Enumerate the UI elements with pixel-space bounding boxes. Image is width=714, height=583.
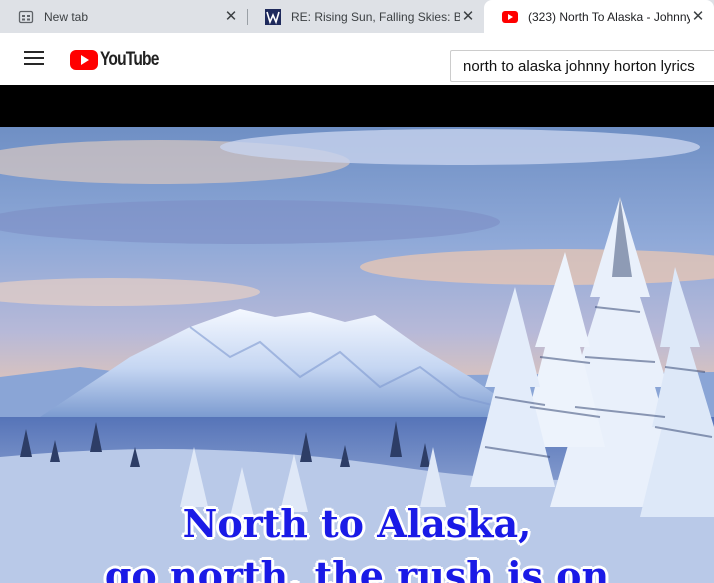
lyrics-caption-line-1: North to Alaska, <box>182 501 532 546</box>
youtube-play-icon <box>70 50 98 70</box>
video-frame-landscape: North to Alaska, go north, the rush is o… <box>0 127 714 583</box>
browser-tab-strip: New tab ✕ RE: Rising Sun, Falling Skies:… <box>0 0 714 33</box>
lyrics-caption-line-2: go north, the rush is on <box>104 553 610 583</box>
youtube-header: YouTube north to alaska johnny horton ly… <box>0 33 714 85</box>
hamburger-menu-icon[interactable] <box>24 51 44 67</box>
forum-site-icon <box>265 8 281 25</box>
close-icon[interactable]: ✕ <box>460 9 476 25</box>
tab-title: (323) North To Alaska - Johnny H <box>528 9 690 24</box>
close-icon[interactable]: ✕ <box>223 9 239 25</box>
video-player[interactable]: North to Alaska, go north, the rush is o… <box>0 85 714 583</box>
search-input[interactable]: north to alaska johnny horton lyrics <box>450 50 714 82</box>
tab-new-tab[interactable]: New tab ✕ <box>0 0 247 33</box>
newtab-page-icon <box>18 9 34 25</box>
tab-title: New tab <box>44 9 89 24</box>
close-icon[interactable]: ✕ <box>690 9 706 25</box>
logo-text: YouTube <box>100 49 159 70</box>
tab-youtube-active[interactable]: (323) North To Alaska - Johnny H ✕ <box>484 0 714 33</box>
youtube-logo[interactable]: YouTube <box>70 49 171 71</box>
tab-title: RE: Rising Sun, Falling Skies: BTS <box>291 9 460 24</box>
youtube-icon <box>502 9 518 25</box>
tab-forum[interactable]: RE: Rising Sun, Falling Skies: BTS ✕ <box>247 0 484 33</box>
